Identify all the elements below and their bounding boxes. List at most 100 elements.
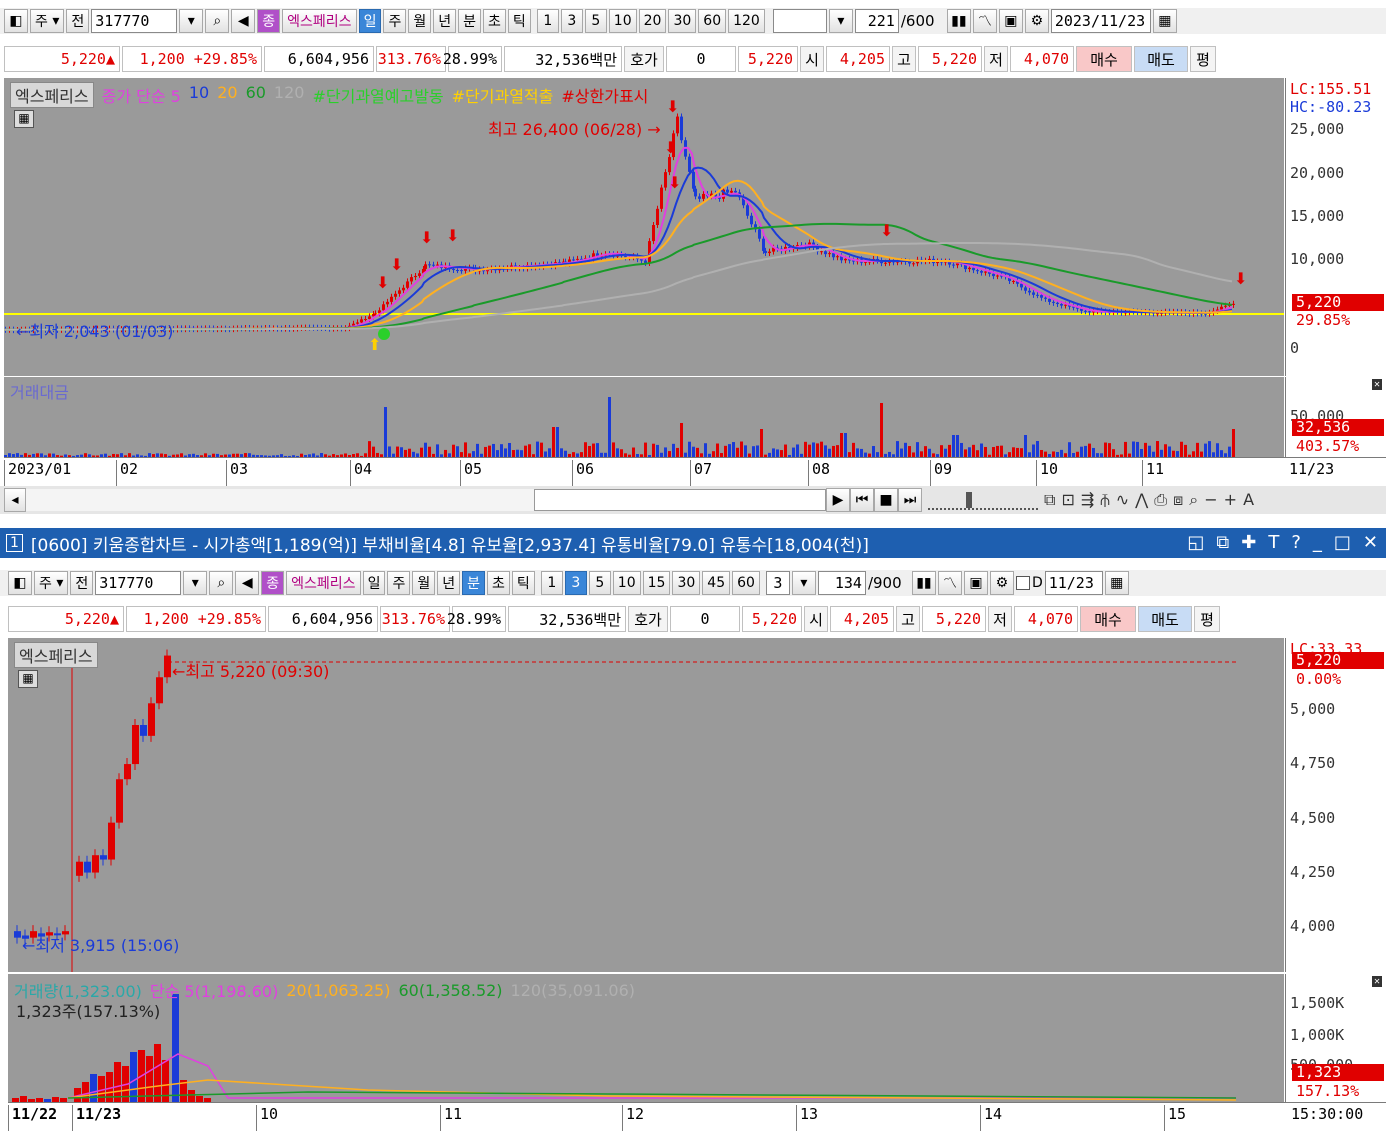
calendar-icon[interactable]: ▦ [1152, 9, 1177, 33]
export-icon[interactable]: ⧈ [1173, 490, 1183, 510]
interval-button-60[interactable]: 60 [732, 571, 760, 595]
minus-icon[interactable]: − [1204, 490, 1217, 510]
interval-button-60[interactable]: 60 [698, 9, 727, 33]
stock-name[interactable]: 엑스페리스 [286, 571, 361, 595]
stock-code-input[interactable]: 317770 [91, 9, 178, 33]
grid-toggle-icon[interactable]: ▦ [14, 110, 34, 128]
date-input[interactable]: 11/23 [1044, 571, 1103, 595]
window-title-bar[interactable]: 1 [0600] 키움종합차트 - 시가총액[1,189(억)] 부채비율[4.… [0, 528, 1386, 558]
grid-toggle-icon[interactable]: ▦ [18, 670, 38, 688]
pin-icon[interactable]: ✚ [1241, 532, 1256, 553]
print-icon[interactable]: ⎙ [1154, 490, 1167, 510]
interval-button-10[interactable]: 10 [612, 571, 641, 595]
speaker-icon[interactable]: ◀ [231, 9, 256, 33]
search-icon[interactable]: ⌕ [205, 9, 230, 33]
stock-badge[interactable]: 종 [261, 571, 285, 595]
daily-price-pane[interactable]: ⬇ ⬇ ⬇ ⬇ ⬇ ⬇ ⬇ ⬇ ⬇ ⬆ 엑스페리스 종가 단순 5 10 20 60 120 #단기과열예고… [4, 78, 1284, 376]
layout-icon[interactable]: ◧ [8, 571, 32, 595]
jeon-button[interactable]: 전 [70, 571, 94, 595]
period-tab-년[interactable]: 년 [433, 9, 457, 33]
empty-select[interactable] [772, 9, 827, 33]
period-tab-일[interactable]: 일 [358, 9, 382, 33]
scroll-track[interactable] [26, 489, 534, 511]
line-type-icon[interactable]: 〽 [937, 571, 962, 595]
interval-button-45[interactable]: 45 [702, 571, 731, 595]
period-tab-주[interactable]: 주 [387, 571, 411, 595]
zigzag-icon[interactable]: ⋀ [1135, 490, 1148, 510]
minute-volume-pane[interactable]: 거래량(1,323.00) 단순 5(1,198.60) 20(1,063.25) 6… [8, 974, 1284, 1102]
period-tab-주[interactable]: 주 [383, 9, 407, 33]
buy-button[interactable]: 매수 [1076, 46, 1132, 72]
sell-button[interactable]: 매도 [1134, 46, 1188, 72]
candle-type-icon[interactable]: ▮▮ [946, 9, 971, 33]
period-tab-월[interactable]: 월 [408, 9, 432, 33]
interval-button-120[interactable]: 120 [728, 9, 765, 33]
sell-button[interactable]: 매도 [1138, 606, 1192, 632]
period-tab-초[interactable]: 초 [483, 9, 506, 33]
save-icon[interactable]: ▣ [998, 9, 1023, 33]
stock-code-input[interactable]: 317770 [95, 571, 182, 595]
copy-icon[interactable]: ⧉ [1044, 490, 1055, 510]
plus-icon[interactable]: + [1224, 490, 1237, 510]
search-icon[interactable]: ⌕ [209, 571, 234, 595]
calendar-icon[interactable]: ▦ [1104, 571, 1129, 595]
help-icon[interactable]: ? [1291, 532, 1301, 553]
avg-button[interactable]: 평 [1194, 606, 1220, 632]
interval-button-15[interactable]: 15 [642, 571, 671, 595]
gear-icon[interactable]: ⚙ [989, 571, 1014, 595]
gear-icon[interactable]: ⚙ [1024, 9, 1049, 33]
stock-name[interactable]: 엑스페리스 [282, 9, 357, 33]
rewind-icon[interactable]: ⏮ [850, 488, 874, 512]
period-tab-월[interactable]: 월 [412, 571, 436, 595]
scroll-thumb[interactable] [534, 489, 826, 511]
scroll-left-button[interactable]: ◂ [4, 488, 26, 512]
period-tab-틱[interactable]: 틱 [507, 9, 531, 33]
maximize-icon[interactable]: □ [1334, 532, 1351, 553]
interval-button-5[interactable]: 5 [588, 571, 611, 595]
trend-icon[interactable]: ⇶ [1081, 490, 1094, 510]
mode-select[interactable]: 주 ▾ [30, 9, 65, 33]
dropdown-icon[interactable]: ▾ [791, 571, 816, 595]
interval-button-3[interactable]: 3 [560, 9, 583, 33]
period-tab-년[interactable]: 년 [437, 571, 461, 595]
count-input[interactable]: 221 [854, 9, 899, 33]
close-pane-icon[interactable]: ✕ [1371, 976, 1382, 987]
window-icon[interactable]: ⊡ [1061, 490, 1074, 510]
period-tab-초[interactable]: 초 [487, 571, 510, 595]
stock-badge[interactable]: 종 [257, 9, 281, 33]
interval-button-3[interactable]: 3 [564, 571, 587, 595]
minimize-icon[interactable]: _ [1313, 532, 1322, 553]
interval-button-30[interactable]: 30 [672, 571, 701, 595]
close-pane-icon[interactable]: ✕ [1371, 379, 1382, 390]
dropdown-icon[interactable]: ▾ [828, 9, 853, 33]
candle-type-icon[interactable]: ▮▮ [911, 571, 936, 595]
stop-icon[interactable]: ■ [874, 488, 898, 512]
d-checkbox[interactable]: D [1015, 575, 1043, 591]
period-tab-틱[interactable]: 틱 [511, 571, 535, 595]
speaker-icon[interactable]: ◀ [235, 571, 260, 595]
interval-button-10[interactable]: 10 [608, 9, 637, 33]
font-icon[interactable]: T [1268, 532, 1279, 553]
dropdown-icon[interactable]: ▾ [179, 9, 204, 33]
play-icon[interactable]: ▶ [826, 488, 850, 512]
checkbox-box[interactable] [1015, 576, 1030, 590]
daily-volume-pane[interactable]: 거래대금 [4, 377, 1284, 457]
minute-price-pane[interactable]: 엑스페리스 ▦ ←최고 5,220 (09:30) ←최저 3,915 (15:… [8, 638, 1284, 972]
fork-icon[interactable]: ⫚ [1100, 490, 1110, 510]
close-icon[interactable]: ✕ [1363, 532, 1378, 553]
date-input[interactable]: 2023/11/23 [1050, 9, 1151, 33]
zoom-icon[interactable]: ⌕ [1189, 490, 1198, 510]
restore-icon[interactable]: ◱ [1187, 532, 1204, 553]
interval-button-30[interactable]: 30 [668, 9, 697, 33]
text-icon[interactable]: A [1243, 490, 1254, 510]
buy-button[interactable]: 매수 [1080, 606, 1136, 632]
layout-icon[interactable]: ◧ [4, 9, 28, 33]
period-tab-분[interactable]: 분 [462, 571, 486, 595]
save-icon[interactable]: ▣ [963, 571, 988, 595]
interval-button-1[interactable]: 1 [540, 571, 563, 595]
count-input[interactable]: 134 [817, 571, 866, 595]
dropdown-icon[interactable]: ▾ [183, 571, 208, 595]
zoom-slider-handle[interactable] [966, 492, 972, 508]
interval-button-20[interactable]: 20 [638, 9, 667, 33]
zoom-slider[interactable] [928, 490, 1038, 510]
